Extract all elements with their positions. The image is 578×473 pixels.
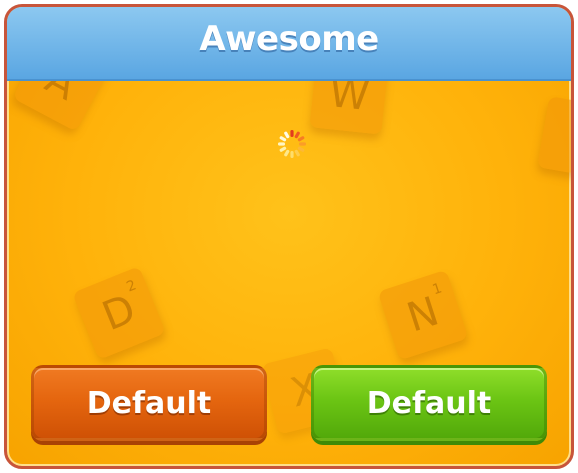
default-button-left-label: Default	[86, 385, 212, 421]
letter-tile-edge	[537, 96, 571, 174]
letter-tile-n: N 1	[377, 269, 469, 361]
loading-spinner-icon	[278, 130, 306, 158]
dialog-title: Awesome	[199, 19, 379, 59]
default-button-left[interactable]: Default	[31, 365, 267, 441]
tile-letter: D	[96, 285, 142, 341]
default-button-right[interactable]: Default	[311, 365, 547, 441]
letter-tile-d: D 2	[72, 266, 166, 360]
awesome-dialog: A W D 2 N 1 X Awesome Default Default	[4, 4, 574, 469]
default-button-right-label: Default	[366, 385, 492, 421]
dialog-header: Awesome	[7, 7, 571, 81]
